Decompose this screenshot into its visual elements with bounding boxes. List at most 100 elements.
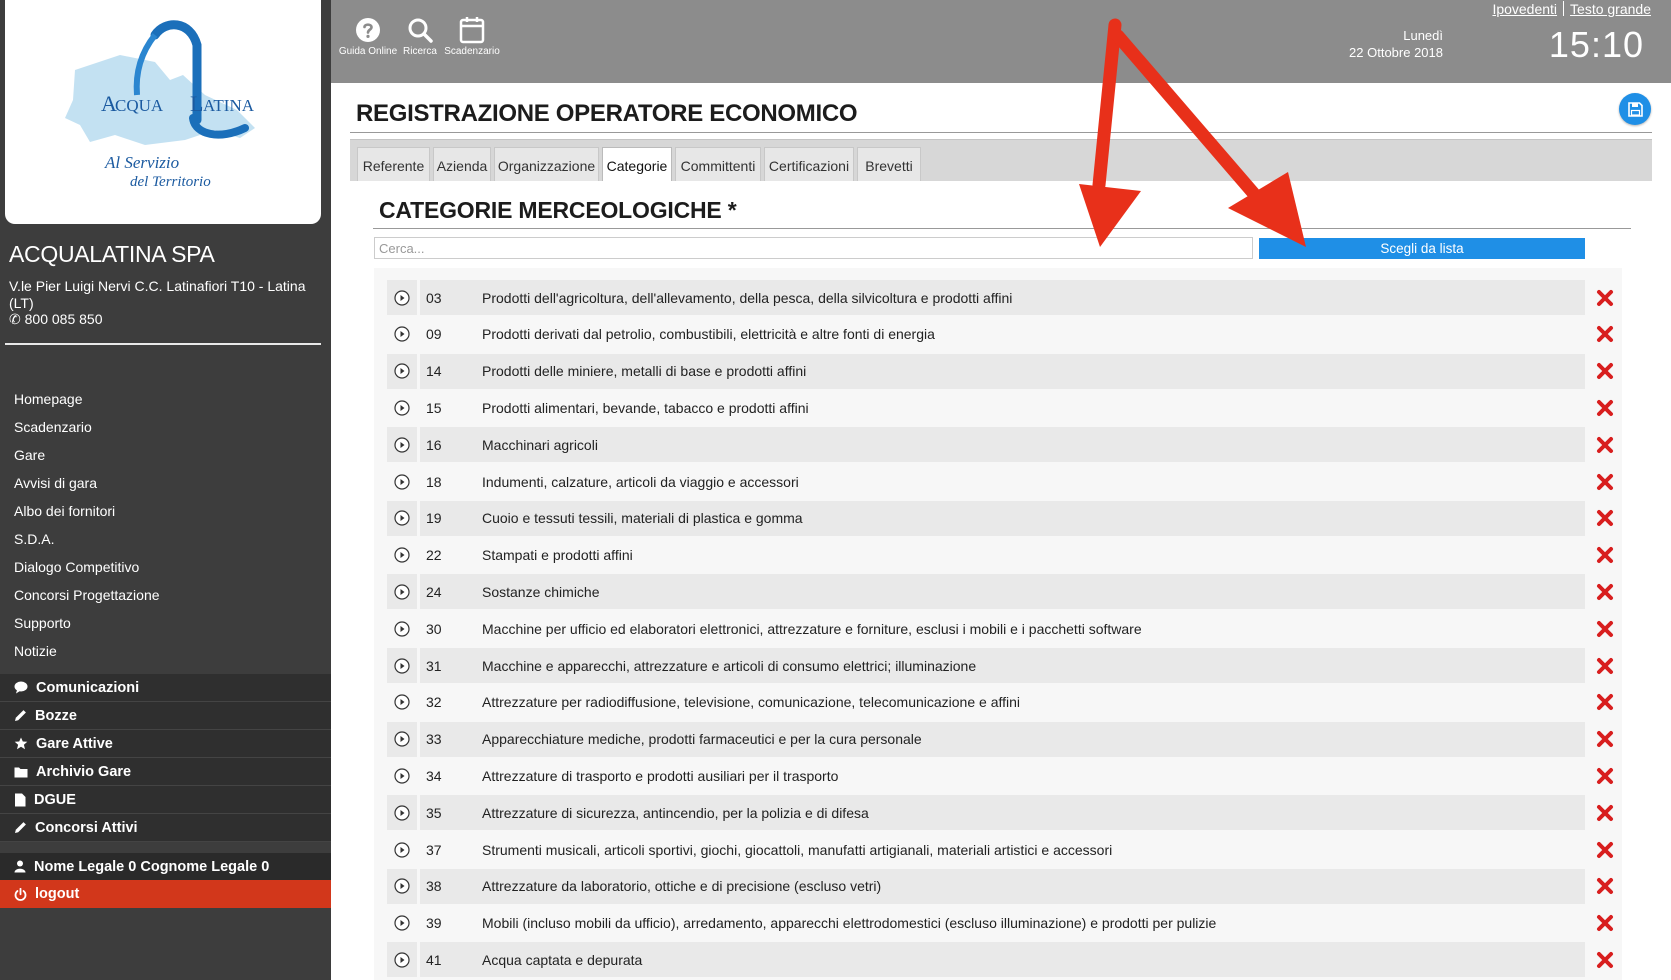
delete-category-button[interactable] <box>1590 280 1620 315</box>
tab-organizzazione[interactable]: Organizzazione <box>494 147 599 183</box>
current-date: 22 Ottobre 2018 <box>1349 45 1443 60</box>
delete-category-button[interactable] <box>1590 574 1620 609</box>
user-icon <box>14 860 26 873</box>
expand-button[interactable] <box>387 574 417 610</box>
tab-azienda[interactable]: Azienda <box>433 147 491 183</box>
user-menu: Nome Legale 0 Cognome Legale 0 logout <box>0 853 331 908</box>
expand-button[interactable] <box>387 758 417 793</box>
menu-archivio-gare[interactable]: Archivio Gare <box>0 758 331 786</box>
delete-icon <box>1597 326 1613 343</box>
sidebar-item-supporto[interactable]: Supporto <box>14 612 160 640</box>
menu-concorsi-attivi[interactable]: Concorsi Attivi <box>0 814 331 842</box>
delete-category-button[interactable] <box>1590 906 1620 941</box>
logout-label: logout <box>35 886 80 902</box>
expand-button[interactable] <box>387 464 417 499</box>
delete-category-button[interactable] <box>1590 942 1620 977</box>
sidebar-item-gare[interactable]: Gare <box>14 444 160 472</box>
expand-button[interactable] <box>387 795 417 831</box>
ipovedenti-link[interactable]: Ipovedenti <box>1492 1 1557 17</box>
sidebar-item-albo-fornitori[interactable]: Albo dei fornitori <box>14 500 160 528</box>
user-profile-link[interactable]: Nome Legale 0 Cognome Legale 0 <box>0 853 331 880</box>
expand-circle-icon <box>394 805 410 821</box>
category-code: 15 <box>426 399 442 416</box>
category-code: 34 <box>426 767 442 784</box>
expand-button[interactable] <box>387 280 417 315</box>
expand-button[interactable] <box>387 538 417 573</box>
expand-button[interactable] <box>387 427 417 463</box>
sidebar-item-avvisi-di-gara[interactable]: Avvisi di gara <box>14 472 160 500</box>
tab-certificazioni[interactable]: Certificazioni <box>764 147 854 183</box>
category-code: 16 <box>420 427 478 463</box>
delete-category-button[interactable] <box>1590 501 1620 536</box>
category-row: 14 Prodotti delle miniere, metalli di bas… <box>387 353 1620 389</box>
delete-category-button[interactable] <box>1590 538 1620 573</box>
sidebar-item-dialogo-competitivo[interactable]: Dialogo Competitivo <box>14 556 160 584</box>
category-row: 22 Stampati e prodotti affini <box>387 538 1620 573</box>
logout-button[interactable]: logout <box>0 880 331 908</box>
scadenzario-button[interactable]: Scadenzario <box>442 14 502 57</box>
sidebar-item-concorsi-progettazione[interactable]: Concorsi Progettazione <box>14 584 160 612</box>
delete-category-button[interactable] <box>1590 427 1620 462</box>
menu-gare-attive[interactable]: Gare Attive <box>0 730 331 758</box>
expand-button[interactable] <box>387 685 417 720</box>
category-row: 32 Attrezzature per radiodiffusione, tele… <box>387 685 1620 720</box>
expand-button[interactable] <box>387 611 417 646</box>
search-input[interactable] <box>374 237 1253 259</box>
delete-category-button[interactable] <box>1590 354 1620 389</box>
company-logo[interactable]: A CQUA L ATINA Al Servizio del Territori… <box>5 0 321 224</box>
guida-online-button[interactable]: Guida Online <box>338 14 398 57</box>
tab-committenti[interactable]: Committenti <box>675 147 761 183</box>
expand-button[interactable] <box>387 353 417 389</box>
delete-category-button[interactable] <box>1590 758 1620 793</box>
expand-button[interactable] <box>387 721 417 757</box>
expand-button[interactable] <box>387 832 417 867</box>
delete-category-button[interactable] <box>1590 317 1620 352</box>
delete-category-button[interactable] <box>1590 722 1620 757</box>
delete-category-button[interactable] <box>1590 685 1620 720</box>
choose-from-list-button[interactable]: Scegli da lista <box>1259 238 1585 259</box>
expand-button[interactable] <box>387 500 417 536</box>
ricerca-button[interactable]: Ricerca <box>390 14 450 57</box>
expand-button[interactable] <box>387 868 417 904</box>
delete-icon <box>1597 804 1613 821</box>
expand-button[interactable] <box>387 648 417 683</box>
delete-category-button[interactable] <box>1590 869 1620 904</box>
delete-category-button[interactable] <box>1590 648 1620 683</box>
menu-bozze[interactable]: Bozze <box>0 702 331 730</box>
power-icon <box>14 887 27 901</box>
divider <box>5 343 321 345</box>
sidebar-item-homepage[interactable]: Homepage <box>14 388 160 416</box>
delete-category-button[interactable] <box>1590 795 1620 830</box>
expand-button[interactable] <box>387 906 417 941</box>
delete-category-button[interactable] <box>1590 464 1620 499</box>
menu-comunicazioni[interactable]: Comunicazioni <box>0 674 331 702</box>
delete-category-button[interactable] <box>1590 390 1620 425</box>
sidebar-item-sda[interactable]: S.D.A. <box>14 528 160 556</box>
tab-referente[interactable]: Referente <box>357 147 430 183</box>
category-description: Prodotti delle miniere, metalli di base … <box>475 353 1585 389</box>
expand-button[interactable] <box>387 390 417 425</box>
clock: 15:10 <box>1548 24 1644 65</box>
testo-grande-link[interactable]: Testo grande <box>1570 1 1651 17</box>
delete-category-button[interactable] <box>1590 611 1620 646</box>
folder-icon <box>14 767 28 777</box>
expand-button[interactable] <box>387 317 417 352</box>
save-button[interactable] <box>1619 93 1651 125</box>
tab-brevetti[interactable]: Brevetti <box>857 147 921 183</box>
delete-icon <box>1597 473 1613 490</box>
delete-icon <box>1597 841 1613 858</box>
delete-icon <box>1597 951 1613 968</box>
delete-category-button[interactable] <box>1590 832 1620 867</box>
menu-dgue[interactable]: DGUE <box>0 786 331 814</box>
category-description: Prodotti alimentari, bevande, tabacco e … <box>482 399 809 416</box>
category-description: Mobili (incluso mobili da ufficio), arre… <box>482 915 1217 932</box>
sidebar: A CQUA L ATINA Al Servizio del Territori… <box>0 0 331 980</box>
category-row: 24 Sostanze chimiche <box>387 574 1620 610</box>
category-row: 35 Attrezzature di sicurezza, antincendio… <box>387 795 1620 831</box>
sidebar-item-scadenzario[interactable]: Scadenzario <box>14 416 160 444</box>
sidebar-item-notizie[interactable]: Notizie <box>14 640 160 668</box>
tab-categorie[interactable]: Categorie <box>602 147 672 184</box>
category-description: Cuoio e tessuti tessili, materiali di pl… <box>475 500 1585 536</box>
expand-circle-icon <box>394 952 410 968</box>
expand-button[interactable] <box>387 942 417 978</box>
